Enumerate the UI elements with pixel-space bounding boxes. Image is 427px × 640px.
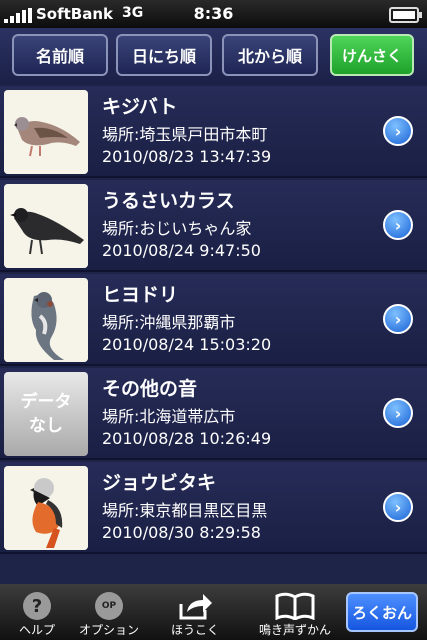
help-label: ヘルプ — [18, 623, 55, 637]
no-data-image: データ なし — [4, 372, 88, 456]
sort-from-north-button[interactable]: 北から順 — [222, 34, 318, 76]
clock: 8:36 — [193, 4, 234, 23]
record-place: 場所:沖縄県那覇市 — [102, 313, 236, 332]
search-button[interactable]: けんさく — [330, 34, 414, 76]
record-date: 2010/08/28 10:26:49 — [102, 429, 272, 448]
turtle-dove-image — [4, 90, 88, 174]
help-icon: ? — [23, 592, 51, 620]
options-label: オプション — [78, 623, 139, 637]
status-bar: SoftBank 3G 8:36 — [0, 0, 427, 28]
sort-toolbar: 名前順 日にち順 北から順 けんさく — [0, 28, 427, 84]
options-icon: OP — [95, 592, 123, 620]
report-tab[interactable]: ほうこく — [160, 584, 230, 640]
record-name: ヒヨドリ — [102, 284, 179, 306]
chevron-right-icon[interactable]: › — [383, 116, 413, 146]
record-date: 2010/08/24 9:47:50 — [102, 241, 261, 260]
chevron-right-icon[interactable]: › — [383, 304, 413, 334]
help-tab[interactable]: ? ヘルプ — [12, 584, 62, 640]
bulbul-image — [4, 278, 88, 362]
options-tab[interactable]: OP オプション — [74, 584, 144, 640]
list-item[interactable]: データ なし その他の音 場所:北海道帯広市 2010/08/28 10:26:4… — [0, 368, 427, 460]
record-name: キジバト — [102, 96, 178, 118]
share-icon — [177, 591, 213, 621]
sort-by-name-button[interactable]: 名前順 — [12, 34, 108, 76]
list-item[interactable]: ヒヨドリ 場所:沖縄県那覇市 2010/08/24 15:03:20 › — [0, 274, 427, 366]
no-data-label: データ なし — [4, 372, 88, 456]
record-date: 2010/08/30 8:29:58 — [102, 523, 261, 542]
record-name: うるさいカラス — [102, 190, 235, 212]
record-place: 場所:おじいちゃん家 — [102, 219, 252, 238]
record-place: 場所:北海道帯広市 — [102, 407, 236, 426]
chevron-right-icon[interactable]: › — [383, 492, 413, 522]
list-item[interactable]: ジョウビタキ 場所:東京都目黒区目黒 2010/08/30 8:29:58 › — [0, 462, 427, 554]
record-place: 場所:東京都目黒区目黒 — [102, 501, 268, 520]
record-name: その他の音 — [102, 378, 198, 400]
record-date: 2010/08/23 13:47:39 — [102, 147, 272, 166]
bottom-toolbar: ? ヘルプ OP オプション ほうこく 鳴き声ずかん ろくおん — [0, 584, 427, 640]
report-label: ほうこく — [170, 623, 219, 637]
field-guide-label: 鳴き声ずかん — [258, 623, 331, 637]
record-date: 2010/08/24 15:03:20 — [102, 335, 272, 354]
chevron-right-icon[interactable]: › — [383, 210, 413, 240]
book-icon — [275, 591, 315, 621]
record-name: ジョウビタキ — [102, 472, 217, 494]
sort-by-date-button[interactable]: 日にち順 — [116, 34, 212, 76]
list-item[interactable]: キジバト 場所:埼玉県戸田市本町 2010/08/23 13:47:39 › — [0, 86, 427, 178]
redstart-image — [4, 466, 88, 550]
field-guide-tab[interactable]: 鳴き声ずかん — [252, 584, 338, 640]
chevron-right-icon[interactable]: › — [383, 398, 413, 428]
record-place: 場所:埼玉県戸田市本町 — [102, 125, 268, 144]
record-button[interactable]: ろくおん — [346, 592, 418, 632]
crow-image — [4, 184, 88, 268]
record-list: キジバト 場所:埼玉県戸田市本町 2010/08/23 13:47:39 › う… — [0, 86, 427, 556]
battery-icon — [389, 7, 422, 23]
list-item[interactable]: うるさいカラス 場所:おじいちゃん家 2010/08/24 9:47:50 › — [0, 180, 427, 272]
